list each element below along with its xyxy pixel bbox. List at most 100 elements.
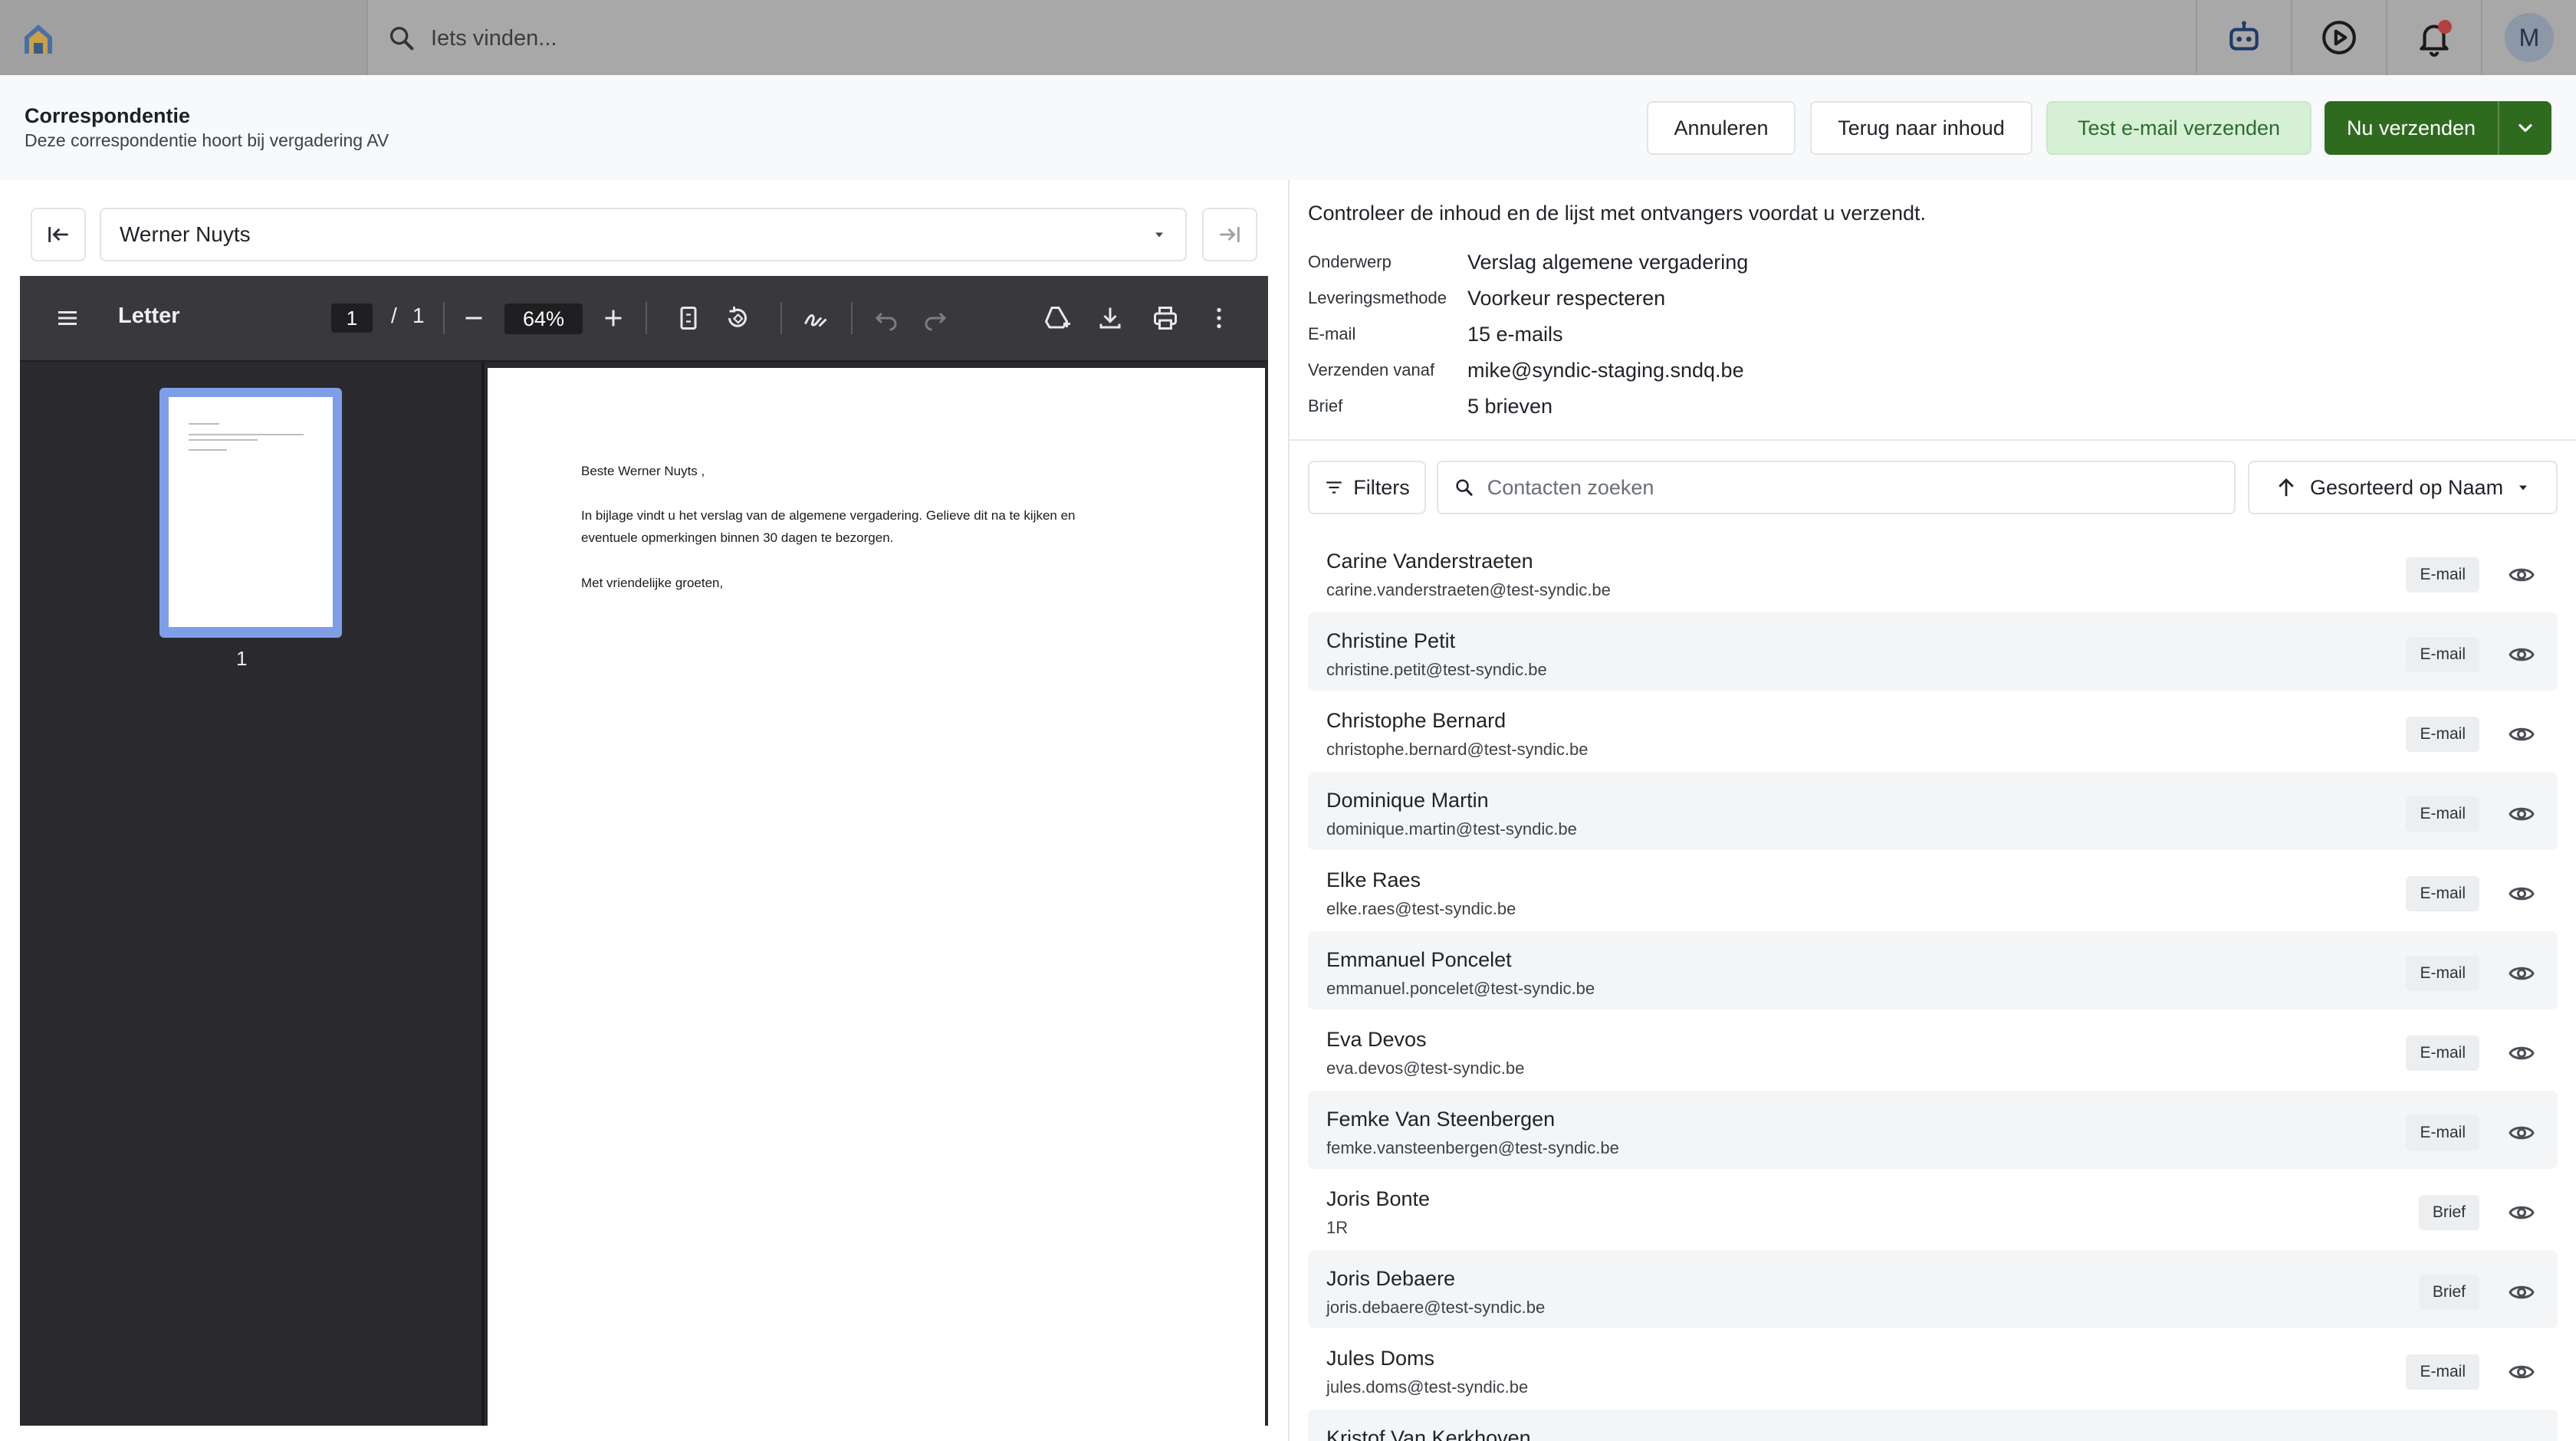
preview-contact-button[interactable] <box>2505 718 2538 750</box>
contact-row[interactable]: Christine Petit christine.petit@test-syn… <box>1308 612 2558 691</box>
assistant-button[interactable] <box>2196 0 2291 75</box>
contact-list: Carine Vanderstraeten carine.vanderstrae… <box>1308 533 2558 1441</box>
last-recipient-button[interactable] <box>1202 208 1257 261</box>
zoom-in-button[interactable] <box>598 299 629 337</box>
meta-value-subject: Verslag algemene vergadering <box>1467 251 1749 274</box>
download-button[interactable] <box>1095 299 1125 337</box>
notifications-button[interactable] <box>2386 0 2481 75</box>
preview-contact-button[interactable] <box>2505 1276 2538 1308</box>
preview-contact-button[interactable] <box>2505 1037 2538 1069</box>
thumbnail-page-number: 1 <box>236 647 248 670</box>
more-options-button[interactable] <box>1204 299 1234 337</box>
zoom-level[interactable]: 64% <box>504 304 583 334</box>
eye-icon <box>2509 1285 2535 1299</box>
preview-contact-button[interactable] <box>2505 957 2538 990</box>
fit-page-button[interactable] <box>673 299 704 337</box>
draw-button[interactable] <box>800 299 831 337</box>
print-button[interactable] <box>1150 299 1181 337</box>
preview-panel: Werner Nuyts Letter 1 / 1 64% 1 Beste We… <box>0 180 1290 1441</box>
cancel-button[interactable]: Annuleren <box>1647 101 1796 155</box>
delivery-method-badge: E-mail <box>2406 876 2479 911</box>
preview-contact-button[interactable] <box>2505 878 2538 910</box>
thumbnail-pane: 1 <box>20 362 485 1426</box>
eye-icon <box>2509 1046 2535 1060</box>
sidebar-toggle-button[interactable] <box>52 299 83 337</box>
send-options-dropdown[interactable] <box>2498 101 2551 155</box>
delivery-method-badge: E-mail <box>2406 717 2479 752</box>
page-title: Correspondentie <box>25 104 191 127</box>
add-to-drive-button[interactable] <box>1040 299 1073 337</box>
zoom-out-button[interactable] <box>458 299 489 337</box>
contact-email: jules.doms@test-syndic.be <box>1326 1377 1529 1397</box>
contact-row[interactable]: Femke Van Steenbergen femke.vansteenberg… <box>1308 1091 2558 1169</box>
contact-email: christophe.bernard@test-syndic.be <box>1326 740 1589 759</box>
contact-row[interactable]: Emmanuel Poncelet emmanuel.poncelet@test… <box>1308 931 2558 1009</box>
app-logo-icon[interactable] <box>21 21 55 55</box>
contact-email: emmanuel.poncelet@test-syndic.be <box>1326 979 1595 998</box>
contact-row[interactable]: Dominique Martin dominique.martin@test-s… <box>1308 772 2558 850</box>
contact-row[interactable]: Kristof Van Kerkhoven <box>1308 1410 2558 1441</box>
thumbnail-text-line <box>189 449 227 451</box>
contact-row[interactable]: Joris Debaere joris.debaere@test-syndic.… <box>1308 1250 2558 1328</box>
topbar-logo-area <box>0 0 368 75</box>
contact-row[interactable]: Elke Raes elke.raes@test-syndic.be E-mai… <box>1308 852 2558 930</box>
delivery-method-badge: Brief <box>2418 1275 2479 1310</box>
delivery-method-badge: E-mail <box>2406 1115 2479 1151</box>
contact-email: elke.raes@test-syndic.be <box>1326 899 1516 918</box>
delivery-method-badge: E-mail <box>2406 637 2479 672</box>
chevron-down-icon <box>2518 123 2532 133</box>
delivery-method-badge: E-mail <box>2406 1354 2479 1390</box>
preview-contact-button[interactable] <box>2505 798 2538 830</box>
contact-row[interactable]: Joris Bonte 1R Brief <box>1308 1170 2558 1249</box>
preview-contact-button[interactable] <box>2505 1356 2538 1388</box>
pdf-toolbar: Letter 1 / 1 64% <box>20 276 1268 362</box>
filters-button[interactable]: Filters <box>1308 461 1426 514</box>
contact-row[interactable]: Carine Vanderstraeten carine.vanderstrae… <box>1308 533 2558 611</box>
meta-value-sender: mike@syndic-staging.sndq.be <box>1467 359 1744 382</box>
undo-button[interactable] <box>871 299 902 337</box>
page-header: Correspondentie Deze correspondentie hoo… <box>0 75 2576 182</box>
letter-greeting: Beste Werner Nuyts , <box>581 464 705 478</box>
tutorial-button[interactable] <box>2291 0 2386 75</box>
meta-label-subject: Onderwerp <box>1308 252 1392 271</box>
contact-search[interactable] <box>1437 461 2236 514</box>
contact-name: Christine Petit <box>1326 629 1456 652</box>
redo-icon <box>925 312 947 331</box>
first-recipient-button[interactable] <box>31 208 86 261</box>
preview-contact-button[interactable] <box>2505 1117 2538 1149</box>
avatar: M <box>2505 13 2554 62</box>
sort-label: Gesorteerd op Naam <box>2309 475 2504 499</box>
contact-row[interactable]: Jules Doms jules.doms@test-syndic.be E-m… <box>1308 1330 2558 1408</box>
preview-contact-button[interactable] <box>2505 559 2538 591</box>
preview-contact-button[interactable] <box>2505 638 2538 671</box>
preview-contact-button[interactable] <box>2505 1196 2538 1229</box>
back-to-content-button[interactable]: Terug naar inhoud <box>1810 101 2032 155</box>
page-number-input[interactable]: 1 <box>331 304 373 333</box>
page-subtitle: Deze correspondentie hoort bij vergaderi… <box>25 130 389 150</box>
redo-button[interactable] <box>920 299 951 337</box>
send-test-email-button[interactable]: Test e-mail verzenden <box>2046 101 2312 155</box>
section-divider <box>1290 439 2576 441</box>
notification-badge <box>2438 20 2452 34</box>
sort-button[interactable]: Gesorteerd op Naam <box>2248 461 2558 514</box>
rotate-button[interactable] <box>722 299 753 337</box>
page-thumbnail[interactable] <box>159 388 342 638</box>
user-menu-button[interactable]: M <box>2481 0 2576 75</box>
search-icon <box>389 27 414 51</box>
global-search-placeholder: Iets vinden... <box>431 25 557 51</box>
printer-icon <box>1154 307 1177 330</box>
eye-icon <box>2509 807 2535 821</box>
arrow-up-icon <box>2279 478 2294 497</box>
contact-row[interactable]: Eva Devos eva.devos@test-syndic.be E-mai… <box>1308 1011 2558 1089</box>
delivery-method-badge: E-mail <box>2406 956 2479 991</box>
eye-icon <box>2509 1126 2535 1140</box>
recipient-select[interactable]: Werner Nuyts <box>100 208 1187 261</box>
topbar-actions: M <box>2196 0 2576 75</box>
send-now-button[interactable]: Nu verzenden <box>2325 101 2498 155</box>
global-search[interactable]: Iets vinden... <box>386 21 557 55</box>
contact-name: Femke Van Steenbergen <box>1326 1108 1556 1131</box>
contact-search-input[interactable] <box>1485 474 2219 501</box>
contact-email: joris.debaere@test-syndic.be <box>1326 1298 1546 1317</box>
minus-icon <box>465 317 482 320</box>
contact-row[interactable]: Christophe Bernard christophe.bernard@te… <box>1308 692 2558 770</box>
